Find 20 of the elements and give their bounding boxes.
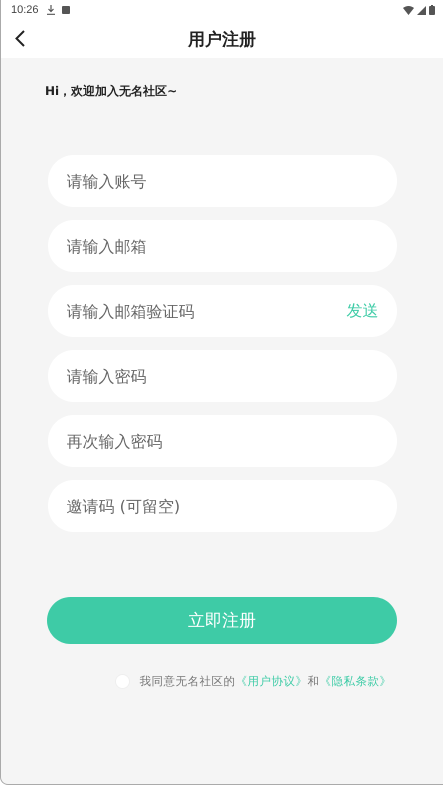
register-button[interactable]: 立即注册	[47, 597, 397, 644]
status-time: 10:26	[11, 4, 39, 16]
send-code-link[interactable]: 发送	[346, 301, 378, 322]
agreement-link[interactable]: 《隐私条款》	[320, 674, 392, 688]
wifi-icon	[403, 6, 414, 14]
agreement-text: 我同意无名社区的《用户协议》和《隐私条款》	[140, 674, 392, 689]
signal-icon	[417, 6, 426, 14]
input-field[interactable]: 请输入账号	[48, 155, 396, 207]
agreement-link[interactable]: 《用户协议》	[236, 674, 308, 688]
notification-icon	[62, 6, 70, 14]
back-icon	[15, 30, 25, 47]
input-field[interactable]: 请输入邮箱	[48, 220, 396, 272]
input-field[interactable]: 再次输入密码	[48, 415, 396, 467]
input-field[interactable]: 邀请码 (可留空)	[48, 480, 396, 532]
back-button[interactable]	[15, 30, 25, 47]
greeting-text: Hi，欢迎加入无名社区~	[45, 83, 178, 100]
download-icon	[46, 5, 55, 15]
page-title: 用户注册	[188, 28, 256, 50]
input-field[interactable]: 请输入密码	[48, 350, 396, 402]
battery-icon	[429, 5, 435, 15]
